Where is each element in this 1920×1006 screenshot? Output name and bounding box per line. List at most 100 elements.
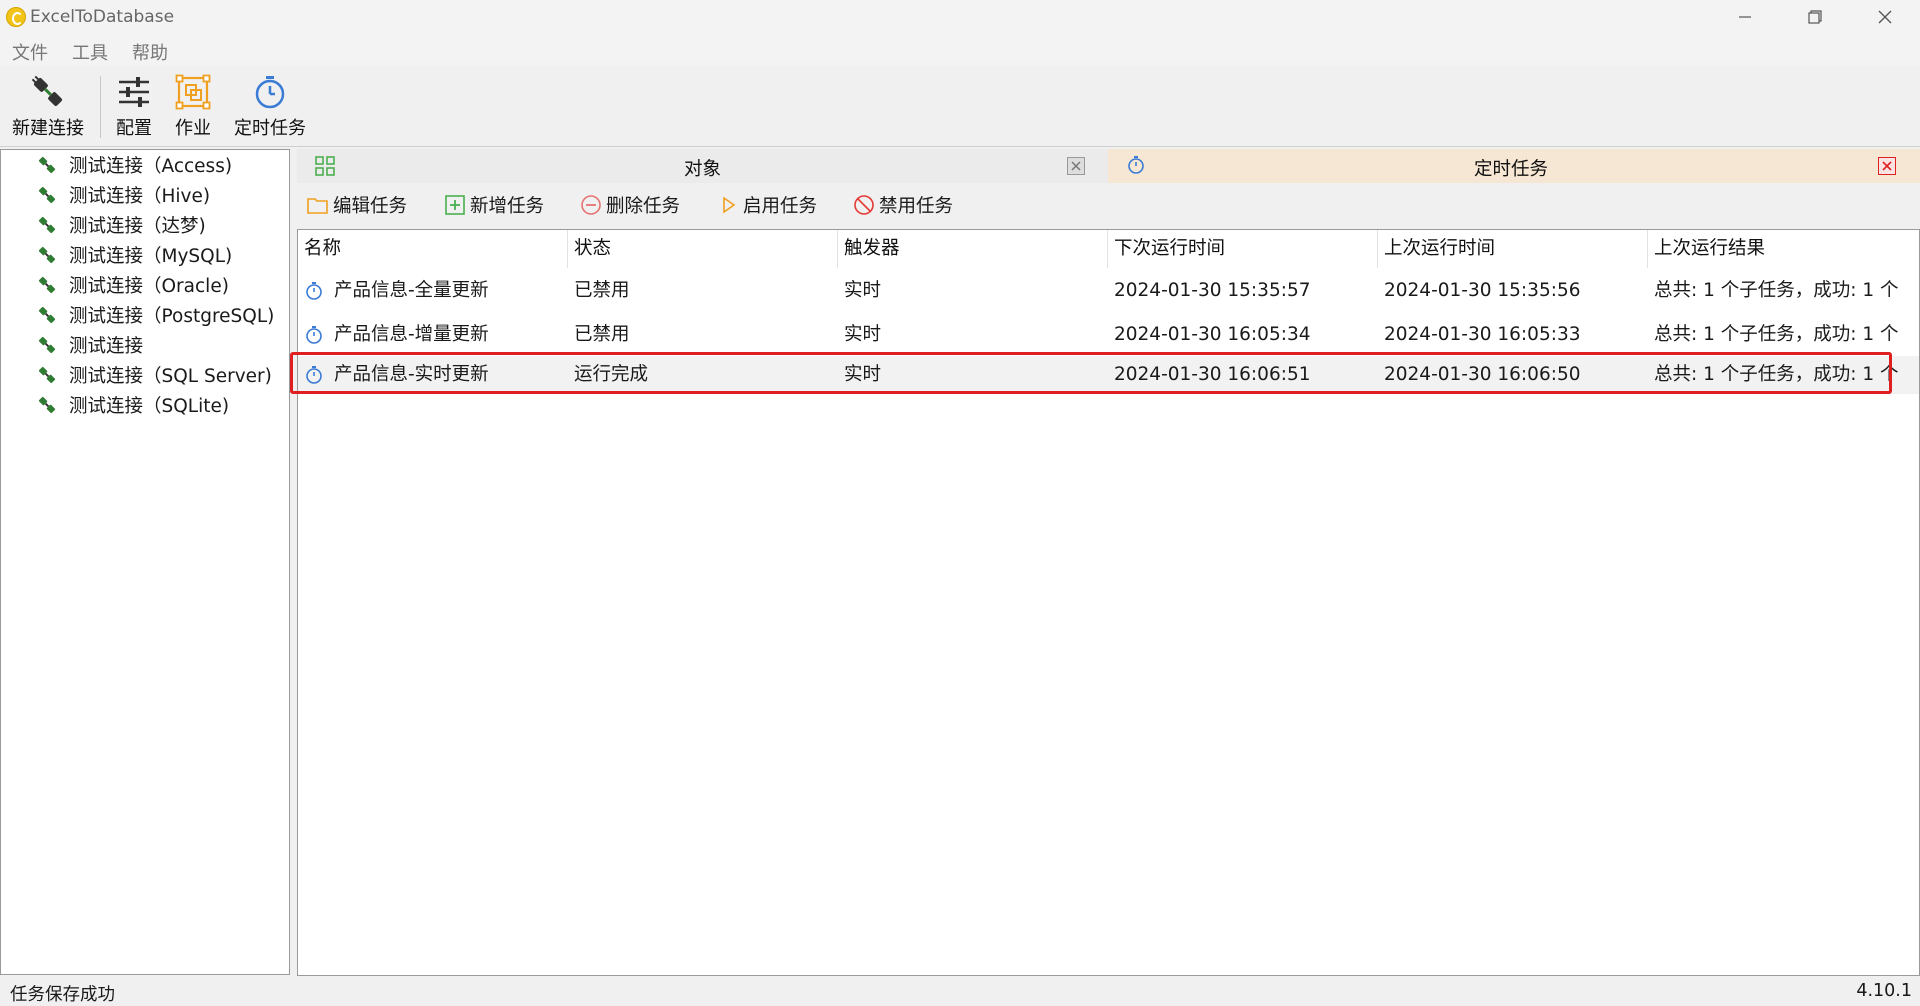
stopwatch-icon [306, 366, 322, 384]
tree-item-sqlite[interactable]: 测试连接（SQLite) [37, 391, 229, 419]
remove-icon [581, 195, 601, 215]
table-header: 名称 状态 触发器 下次运行时间 上次运行时间 上次运行结果 [298, 230, 1919, 268]
restore-icon [1808, 10, 1822, 24]
task-action-bar: 编辑任务 新增任务 删除任务 启用任务 禁用任务 [297, 184, 1920, 228]
stopwatch-icon [1128, 156, 1144, 174]
app-logo-icon [6, 7, 26, 27]
disable-task-button[interactable]: 禁用任务 [853, 192, 953, 218]
menu-help[interactable]: 帮助 [132, 39, 168, 65]
cell-status: 运行完成 [574, 364, 649, 385]
new-connection-label: 新建连接 [12, 118, 84, 139]
close-icon [1071, 161, 1081, 171]
minimize-button[interactable] [1710, 0, 1780, 34]
column-header-next-run[interactable]: 下次运行时间 [1108, 230, 1378, 268]
status-bar: 任务保存成功 4.10.1 [0, 978, 1920, 1006]
tab-scheduled-tasks-label: 定时任务 [1474, 159, 1549, 180]
cell-trigger: 实时 [844, 324, 882, 345]
disable-task-label: 禁用任务 [879, 196, 954, 217]
column-header-last-run[interactable]: 上次运行时间 [1378, 230, 1648, 268]
edit-task-button[interactable]: 编辑任务 [307, 192, 407, 218]
table-row[interactable]: 产品信息-全量更新 已禁用 实时 2024-01-30 15:35:57 202… [298, 272, 1919, 310]
stopwatch-icon [306, 282, 322, 300]
add-task-label: 新增任务 [470, 196, 545, 217]
cell-last-result: 总共: 1 个子任务，成功: 1 个 [1654, 364, 1899, 385]
cell-last-run: 2024-01-30 16:06:50 [1384, 364, 1581, 385]
plug-icon [31, 75, 63, 107]
toolbar: 新建连接 配置 作业 定时任务 [0, 66, 1920, 147]
connection-tree: 测试连接（Access) 测试连接（Hive) 测试连接（达梦) 测试连接（My… [0, 149, 290, 975]
tree-item-dameng[interactable]: 测试连接（达梦) [37, 211, 206, 239]
table-row[interactable]: 产品信息-增量更新 已禁用 实时 2024-01-30 16:05:34 202… [298, 316, 1919, 354]
menu-tools[interactable]: 工具 [72, 39, 108, 65]
tree-item-oracle[interactable]: 测试连接（Oracle) [37, 271, 229, 299]
table-row-selected[interactable]: 产品信息-实时更新 运行完成 实时 2024-01-30 16:06:51 20… [298, 356, 1919, 394]
menu-bar: 文件 工具 帮助 [0, 34, 1920, 66]
close-icon [1882, 161, 1892, 171]
tree-item-label: 测试连接（Access) [69, 156, 233, 177]
tree-item-label: 测试连接（SQLite) [69, 396, 230, 417]
tab-objects[interactable]: 对象 [297, 149, 1108, 183]
cell-last-run: 2024-01-30 16:05:33 [1384, 324, 1581, 345]
play-icon [723, 196, 736, 214]
cell-name: 产品信息-增量更新 [304, 316, 564, 354]
task-name: 产品信息-全量更新 [334, 280, 489, 301]
version-label: 4.10.1 [1856, 981, 1912, 1001]
cell-trigger: 实时 [844, 280, 882, 301]
scheduled-task-label: 定时任务 [234, 118, 306, 139]
job-button[interactable]: 作业 [175, 74, 211, 140]
title-bar: ExcelToDatabase [0, 0, 1920, 34]
disable-icon [854, 195, 874, 215]
enable-task-button[interactable]: 启用任务 [717, 192, 817, 218]
restore-button[interactable] [1780, 0, 1850, 34]
cell-status: 已禁用 [574, 324, 630, 345]
cell-next-run: 2024-01-30 15:35:57 [1114, 280, 1311, 301]
task-name: 产品信息-实时更新 [334, 364, 489, 385]
tree-item-test[interactable]: 测试连接 [37, 331, 143, 359]
tree-item-access[interactable]: 测试连接（Access) [37, 151, 232, 179]
connection-icon [38, 366, 56, 384]
add-icon [445, 195, 465, 215]
tree-item-label: 测试连接（Hive) [69, 186, 211, 207]
close-icon [1878, 10, 1892, 24]
cell-trigger: 实时 [844, 364, 882, 385]
cell-status: 已禁用 [574, 280, 630, 301]
close-button[interactable] [1850, 0, 1920, 34]
column-header-last-result[interactable]: 上次运行结果 [1648, 230, 1919, 268]
tree-item-postgresql[interactable]: 测试连接（PostgreSQL) [37, 301, 274, 329]
connection-icon [38, 216, 56, 234]
tab-objects-close-button[interactable] [1067, 157, 1085, 175]
cell-name: 产品信息-实时更新 [304, 356, 564, 394]
column-header-trigger[interactable]: 触发器 [838, 230, 1108, 268]
task-table: 名称 状态 触发器 下次运行时间 上次运行时间 上次运行结果 产品信息-全量更新… [297, 229, 1920, 976]
tree-item-label: 测试连接（SQL Server) [69, 366, 272, 387]
tab-scheduled-tasks[interactable]: 定时任务 [1108, 149, 1920, 183]
tree-item-hive[interactable]: 测试连接（Hive) [37, 181, 210, 209]
menu-file[interactable]: 文件 [12, 39, 48, 65]
connection-icon [38, 246, 56, 264]
tree-item-mysql[interactable]: 测试连接（MySQL) [37, 241, 232, 269]
delete-task-button[interactable]: 删除任务 [580, 192, 680, 218]
tree-item-sqlserver[interactable]: 测试连接（SQL Server) [37, 361, 272, 389]
cell-last-run: 2024-01-30 15:35:56 [1384, 280, 1581, 301]
config-button[interactable]: 配置 [116, 74, 152, 140]
cell-last-result: 总共: 1 个子任务，成功: 1 个 [1654, 324, 1899, 345]
tree-item-label: 测试连接（MySQL) [69, 246, 233, 267]
delete-task-label: 删除任务 [606, 196, 681, 217]
connection-icon [38, 396, 56, 414]
cell-next-run: 2024-01-30 16:05:34 [1114, 324, 1311, 345]
scheduled-task-button[interactable]: 定时任务 [234, 74, 306, 140]
column-header-name[interactable]: 名称 [298, 230, 568, 268]
column-header-status[interactable]: 状态 [568, 230, 838, 268]
new-connection-button[interactable]: 新建连接 [12, 74, 84, 140]
tree-item-label: 测试连接（PostgreSQL) [69, 306, 275, 327]
tab-scheduled-tasks-close-button[interactable] [1878, 157, 1896, 175]
task-name: 产品信息-增量更新 [334, 324, 489, 345]
cell-last-result: 总共: 1 个子任务，成功: 1 个 [1654, 280, 1899, 301]
minimize-icon [1739, 16, 1751, 18]
status-message: 任务保存成功 [10, 985, 115, 1005]
folder-icon [307, 198, 328, 214]
cell-next-run: 2024-01-30 16:06:51 [1114, 364, 1311, 385]
add-task-button[interactable]: 新增任务 [444, 192, 544, 218]
edit-task-label: 编辑任务 [333, 196, 408, 217]
tree-item-label: 测试连接（Oracle) [69, 276, 229, 297]
